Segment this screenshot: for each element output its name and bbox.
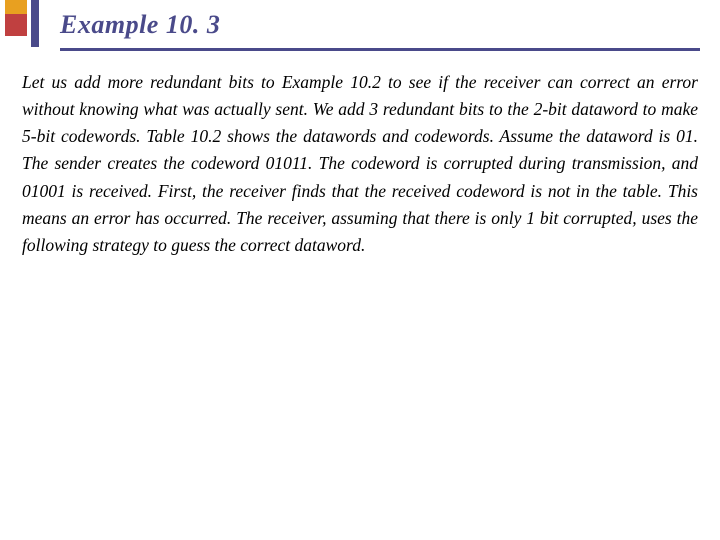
accent-left-bar [31, 0, 39, 47]
header-accent [5, 0, 50, 47]
page-container: Example 10. 3 Let us add more redundant … [0, 0, 720, 540]
header: Example 10. 3 [60, 0, 700, 51]
body-paragraph: Let us add more redundant bits to Exampl… [22, 69, 698, 259]
main-content: Let us add more redundant bits to Exampl… [22, 69, 698, 259]
accent-bottom-left [5, 14, 27, 36]
accent-top-left [5, 0, 27, 14]
page-title: Example 10. 3 [60, 10, 220, 40]
